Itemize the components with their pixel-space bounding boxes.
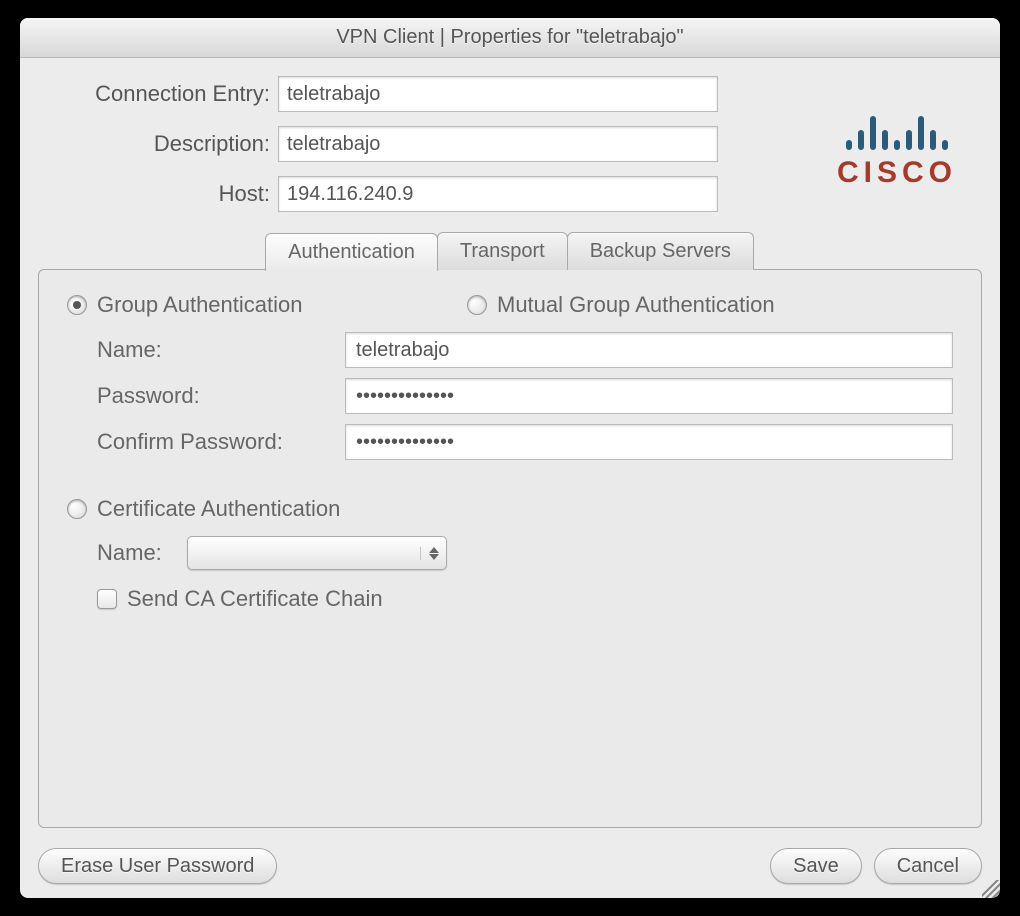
window-title-text: VPN Client | Properties for "teletrabajo… <box>336 26 683 49</box>
stepper-arrows-icon <box>420 547 442 560</box>
group-name-label: Name: <box>97 337 345 363</box>
group-password-row: Password: <box>97 378 953 414</box>
group-password-input[interactable] <box>345 378 953 414</box>
cancel-button[interactable]: Cancel <box>874 848 982 884</box>
authentication-panel: Group Authentication Mutual Group Authen… <box>38 269 982 828</box>
radio-icon <box>467 295 487 315</box>
radio-icon <box>67 499 87 519</box>
group-authentication-radio[interactable]: Group Authentication <box>67 292 467 318</box>
tab-authentication[interactable]: Authentication <box>265 233 438 271</box>
tab-backup-servers[interactable]: Backup Servers <box>567 232 754 270</box>
mutual-group-authentication-radio[interactable]: Mutual Group Authentication <box>467 292 775 318</box>
host-input[interactable] <box>278 176 718 212</box>
send-ca-certificate-checkbox[interactable]: Send CA Certificate Chain <box>67 586 953 612</box>
description-label: Description: <box>38 131 278 157</box>
radio-icon <box>67 295 87 315</box>
top-fields: Connection Entry: Description: Host: <box>38 76 982 212</box>
group-confirm-password-label: Confirm Password: <box>97 429 345 455</box>
tab-transport[interactable]: Transport <box>437 232 568 270</box>
save-button[interactable]: Save <box>770 848 862 884</box>
cisco-logo: CISCO <box>812 76 982 212</box>
mutual-group-authentication-label: Mutual Group Authentication <box>497 292 775 318</box>
certificate-authentication-radio[interactable]: Certificate Authentication <box>67 496 953 522</box>
host-label: Host: <box>38 181 278 207</box>
connection-entry-label: Connection Entry: <box>38 81 278 107</box>
tab-bar: Authentication Transport Backup Servers <box>38 232 982 270</box>
group-name-row: Name: <box>97 332 953 368</box>
window-content: Connection Entry: Description: Host: <box>20 58 1000 898</box>
certificate-name-row: Name: <box>67 536 953 570</box>
send-ca-certificate-label: Send CA Certificate Chain <box>127 586 383 612</box>
cisco-logo-text: CISCO <box>837 156 957 190</box>
connection-entry-input[interactable] <box>278 76 718 112</box>
group-password-label: Password: <box>97 383 345 409</box>
resize-grip-icon[interactable] <box>982 880 1000 898</box>
group-name-input[interactable] <box>345 332 953 368</box>
button-bar: Erase User Password Save Cancel <box>38 848 982 884</box>
certificate-name-select[interactable] <box>187 536 447 570</box>
certificate-authentication-label: Certificate Authentication <box>97 496 340 522</box>
cisco-logo-icon <box>846 106 948 150</box>
connection-entry-row: Connection Entry: <box>38 76 812 112</box>
description-input[interactable] <box>278 126 718 162</box>
window-title: VPN Client | Properties for "teletrabajo… <box>20 18 1000 58</box>
group-authentication-label: Group Authentication <box>97 292 302 318</box>
vpn-properties-window: VPN Client | Properties for "teletrabajo… <box>20 18 1000 898</box>
host-row: Host: <box>38 176 812 212</box>
checkbox-icon <box>97 589 117 609</box>
group-confirm-password-input[interactable] <box>345 424 953 460</box>
group-confirm-password-row: Confirm Password: <box>97 424 953 460</box>
certificate-name-label: Name: <box>97 540 187 566</box>
erase-user-password-button[interactable]: Erase User Password <box>38 848 277 884</box>
description-row: Description: <box>38 126 812 162</box>
